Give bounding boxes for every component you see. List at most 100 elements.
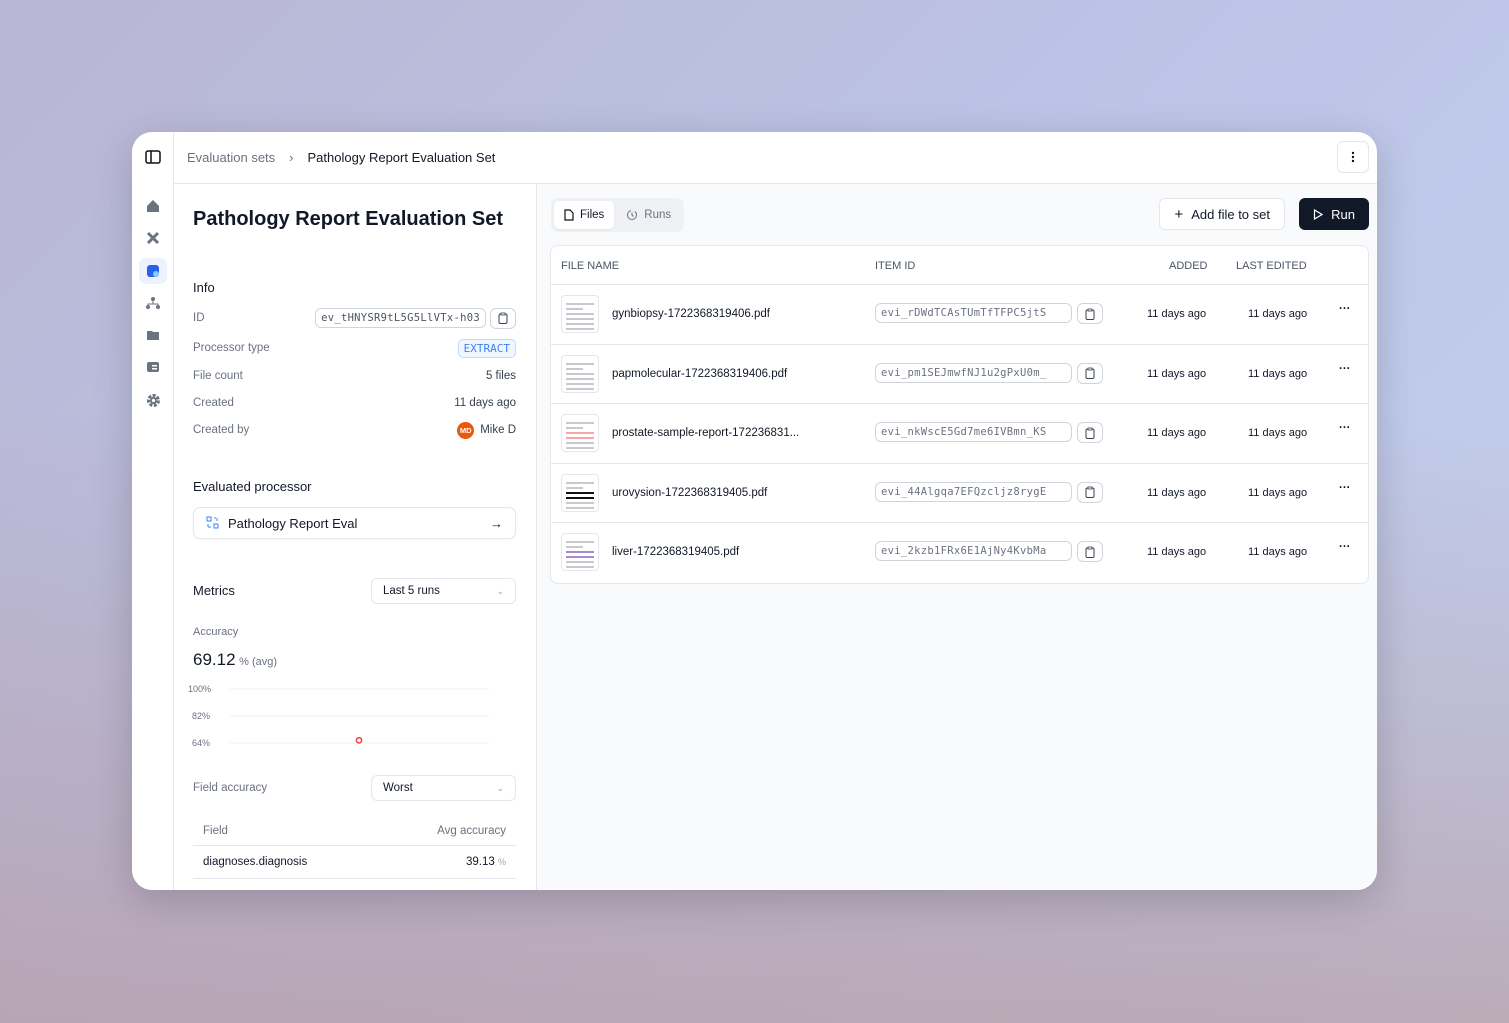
clipboard-icon bbox=[498, 312, 508, 324]
copy-item-id-button[interactable] bbox=[1077, 541, 1103, 562]
sidebar-toggle-icon[interactable] bbox=[139, 144, 167, 170]
evaluation-sets-icon[interactable] bbox=[139, 258, 167, 284]
table-row[interactable]: urovysion-1722368319405.pdf evi_44Algqa7… bbox=[551, 464, 1368, 523]
view-tabs: Files Runs bbox=[551, 198, 685, 232]
copy-item-id-button[interactable] bbox=[1077, 362, 1103, 384]
evaluated-processor-link[interactable]: Pathology Report Eval → bbox=[193, 507, 516, 539]
file-icon bbox=[564, 209, 574, 221]
table-header: FILE NAME ITEM ID ADDED LAST EDITED bbox=[551, 246, 1368, 285]
id-value[interactable]: ev_tHNYSR9tL5G5LlVTx-h03 bbox=[315, 308, 486, 328]
file-thumbnail bbox=[561, 533, 599, 571]
field-header: Field bbox=[203, 824, 228, 837]
created-by-label: Created by bbox=[193, 424, 250, 436]
tab-files[interactable]: Files bbox=[554, 201, 615, 229]
copy-item-id-button[interactable] bbox=[1077, 422, 1103, 443]
tab-runs-label: Runs bbox=[644, 209, 672, 221]
files-table: FILE NAME ITEM ID ADDED LAST EDITED gynb… bbox=[550, 245, 1369, 584]
tab-runs[interactable]: Runs bbox=[616, 201, 681, 229]
added-value: 11 days ago bbox=[1147, 427, 1207, 439]
page-title: Pathology Report Evaluation Set bbox=[193, 208, 504, 230]
row-actions-button[interactable]: ··· bbox=[1339, 363, 1351, 375]
app-window: Evaluation sets › Pathology Report Evalu… bbox=[132, 132, 1377, 890]
processor-type-badge: EXTRACT bbox=[457, 338, 516, 358]
item-id[interactable]: evi_nkWscE5Gd7me6IVBmn_KS bbox=[875, 422, 1072, 442]
tools-icon[interactable] bbox=[139, 225, 167, 251]
accuracy-unit: % (avg) bbox=[239, 656, 278, 668]
file-name[interactable]: papmolecular-1722368319406.pdf bbox=[612, 368, 787, 380]
breadcrumb-current: Pathology Report Evaluation Set bbox=[307, 150, 496, 165]
accuracy-chart: 100% 82% 64% bbox=[174, 681, 537, 761]
field-accuracy-unit: % bbox=[497, 857, 506, 867]
item-id[interactable]: evi_44Algqa7EFQzcljz8rygE bbox=[875, 481, 1072, 502]
add-file-button[interactable]: + Add file to set bbox=[1159, 198, 1285, 230]
more-options-button[interactable] bbox=[1337, 141, 1369, 173]
copy-id-button[interactable] bbox=[490, 307, 516, 329]
last-edited-value: 11 days ago bbox=[1248, 486, 1308, 499]
clipboard-icon bbox=[1085, 486, 1095, 498]
kebab-icon bbox=[1351, 151, 1355, 163]
added-value: 11 days ago bbox=[1147, 486, 1207, 499]
field-accuracy-row: diagnoses.diagnosis 39.13 % bbox=[193, 846, 516, 879]
play-icon bbox=[1314, 208, 1324, 220]
copy-item-id-button[interactable] bbox=[1077, 481, 1103, 503]
file-name[interactable]: urovysion-1722368319405.pdf bbox=[612, 487, 767, 499]
icon-sidebar bbox=[132, 132, 174, 890]
chevron-down-icon: ⌄ bbox=[496, 782, 504, 793]
history-icon bbox=[627, 210, 638, 220]
accuracy-point[interactable] bbox=[355, 736, 363, 744]
table-row[interactable]: prostate-sample-report-172236831... evi_… bbox=[551, 404, 1368, 464]
evaluated-processor-heading: Evaluated processor bbox=[193, 479, 312, 494]
settings-icon[interactable] bbox=[139, 387, 167, 413]
chevron-right-icon: › bbox=[289, 150, 294, 165]
copy-item-id-button[interactable] bbox=[1077, 303, 1103, 324]
last-edited-value: 11 days ago bbox=[1248, 308, 1308, 320]
file-thumbnail bbox=[561, 473, 599, 512]
last-edited-value: 11 days ago bbox=[1248, 427, 1308, 439]
file-count-label: File count bbox=[193, 370, 243, 382]
breadcrumb-evaluation-sets[interactable]: Evaluation sets bbox=[187, 150, 275, 165]
accuracy-label: Accuracy bbox=[193, 626, 239, 638]
file-name[interactable]: liver-1722368319405.pdf bbox=[612, 546, 739, 558]
row-actions-button[interactable]: ··· bbox=[1339, 422, 1351, 434]
id-label: ID bbox=[193, 312, 205, 324]
added-value: 11 days ago bbox=[1147, 367, 1207, 380]
file-name-header: FILE NAME bbox=[561, 260, 620, 272]
item-id[interactable]: evi_rDWdTCAsTUmTfTFPC5jtS bbox=[875, 303, 1072, 323]
processor-icon bbox=[206, 516, 219, 529]
table-row[interactable]: gynbiopsy-1722368319406.pdf evi_rDWdTCAs… bbox=[551, 285, 1368, 345]
row-actions-button[interactable]: ··· bbox=[1339, 303, 1351, 315]
clipboard-icon bbox=[1085, 308, 1095, 320]
header: Evaluation sets › Pathology Report Evalu… bbox=[174, 132, 1377, 184]
row-actions-button[interactable]: ··· bbox=[1339, 482, 1351, 494]
item-id[interactable]: evi_2kzb1FRx6E1AjNy4KvbMa bbox=[875, 541, 1072, 561]
runs-range-select[interactable]: Last 5 runs ⌄ bbox=[371, 578, 516, 604]
file-name[interactable]: prostate-sample-report-172236831... bbox=[612, 427, 799, 439]
last-edited-value: 11 days ago bbox=[1248, 546, 1308, 558]
created-by-value: Mike D bbox=[480, 424, 516, 436]
run-button[interactable]: Run bbox=[1299, 198, 1369, 230]
workflow-icon[interactable] bbox=[139, 290, 167, 316]
clipboard-icon bbox=[1085, 367, 1095, 379]
avatar: MD bbox=[457, 421, 475, 439]
item-id[interactable]: evi_pm1SEJmwfNJ1u2gPxU0m_ bbox=[875, 362, 1072, 383]
field-accuracy-value: 39.13 bbox=[466, 856, 495, 868]
accuracy-value: 69.12 bbox=[193, 650, 236, 669]
added-header: ADDED bbox=[1169, 260, 1208, 272]
tab-files-label: Files bbox=[580, 209, 605, 221]
clipboard-icon bbox=[1085, 546, 1095, 558]
table-row[interactable]: papmolecular-1722368319406.pdf evi_pm1SE… bbox=[551, 345, 1368, 404]
table-row[interactable]: liver-1722368319405.pdf evi_2kzb1FRx6E1A… bbox=[551, 523, 1368, 583]
field-accuracy-label: Field accuracy bbox=[193, 782, 268, 794]
folder-icon[interactable] bbox=[139, 322, 167, 348]
field-sort-select[interactable]: Worst ⌄ bbox=[371, 775, 516, 801]
file-thumbnail bbox=[561, 354, 599, 393]
run-label: Run bbox=[1331, 206, 1355, 222]
file-thumbnail bbox=[561, 414, 599, 452]
plus-icon: + bbox=[1174, 205, 1184, 223]
file-name[interactable]: gynbiopsy-1722368319406.pdf bbox=[612, 308, 770, 320]
home-icon[interactable] bbox=[139, 193, 167, 219]
last-edited-value: 11 days ago bbox=[1248, 367, 1308, 380]
info-heading: Info bbox=[193, 280, 215, 295]
storage-icon[interactable] bbox=[139, 354, 167, 380]
row-actions-button[interactable]: ··· bbox=[1339, 541, 1351, 553]
